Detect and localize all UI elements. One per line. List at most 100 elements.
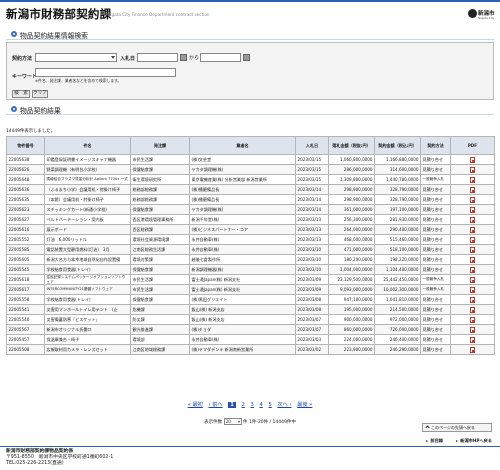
pdf-icon[interactable] — [470, 297, 475, 303]
cell-pdf — [450, 254, 495, 265]
cell-title[interactable]: 災害備蓄防寒「ビスケット」 — [44, 314, 131, 325]
first-page-link[interactable]: « 最初 — [188, 402, 203, 408]
pdf-icon[interactable] — [470, 197, 475, 203]
cell-title[interactable]: 展示ボード — [44, 224, 131, 235]
pdf-icon[interactable] — [470, 347, 475, 353]
cell-title[interactable]: 印鑑登録証明書イメージスキャナ機器 — [44, 154, 131, 165]
pdf-icon[interactable] — [470, 287, 475, 293]
cell-title[interactable]: 誘導結合プラズマ質量分析計 Agilent 7700x 一式 — [44, 174, 131, 185]
table-row[interactable]: 22005508 広報取材用カメラ・レンズセット 江南区地域総務課 (株)ヤマダデンキ… — [6, 344, 495, 355]
column-header[interactable]: 落札金額（税抜:円） — [328, 136, 375, 155]
table-row[interactable]: 22005617 INTERCOMMUNITY21基盤ソフトウェア 市民生活課 富士通… — [6, 284, 495, 295]
table-row[interactable]: 22005558 学校給食用食器(トレイ) 保健給食課 (株)黒田グリエイト 2023/… — [6, 294, 495, 305]
table-row[interactable]: 22005541 災害用マンホールトイレ用テント (止 危機課 飯山(株) 新潟支店 2… — [6, 304, 495, 315]
site-subtitle: Niigata City Finance Department contract… — [106, 12, 210, 17]
date-to-input[interactable] — [200, 53, 241, 62]
page-link[interactable]: 4 — [259, 402, 262, 408]
pdf-icon[interactable] — [470, 177, 475, 183]
clear-button[interactable]: クリア — [32, 90, 48, 98]
table-row[interactable]: 22005618 住民記録システムパッケージオプションソフトウェア 市民生活課 富士通… — [6, 274, 495, 285]
pdf-icon[interactable] — [470, 337, 475, 343]
pdf-icon[interactable] — [470, 257, 475, 263]
city-logo[interactable]: 新潟市 Niigata City — [468, 6, 495, 24]
page-link[interactable]: 3 — [251, 402, 254, 408]
cell-pdf — [450, 344, 495, 355]
cell-title[interactable]: 新潟市オリジナル折畳口 — [44, 324, 131, 335]
cell-id: 22005585 — [6, 244, 45, 255]
table-row[interactable]: 22005636 （ふるまち小学）会議用机・肘掛け椅子 総務部総務課 (株)播磨備品長… — [6, 184, 495, 195]
table-row[interactable]: 22005567 新潟市オリジナル折畳口 観光推進課 (株)チョダ 2023/03/07… — [6, 324, 495, 335]
page-link[interactable]: 5 — [268, 402, 271, 408]
cell-method: 見積り合せ — [420, 244, 451, 255]
calendar-icon[interactable] — [243, 54, 250, 61]
table-row[interactable]: 22005626 野菜調理機（有明台小学校） 保健給食課 ヤカタ調理機(株) 2023/… — [6, 164, 495, 175]
footer-link-prev[interactable]: 前目録 — [426, 438, 443, 443]
cell-title[interactable]: 保温庫兼台・椅子 — [44, 334, 131, 345]
pdf-icon[interactable] — [470, 317, 475, 323]
cell-title[interactable]: 災害用マンホールトイレ用テント (止 — [44, 304, 131, 315]
table-row[interactable]: 22005545 学校給食用食器(トレイ) 保健給食課 新潟調理機器(株) 2023/0… — [6, 264, 495, 275]
pdf-icon[interactable] — [470, 157, 475, 163]
cell-title[interactable]: 野菜調理機（有明台小学校） — [44, 164, 131, 175]
table-row[interactable]: 22005457 保温庫兼台・椅子 環境部 永井自動車(株) 2023/03/03 224… — [6, 334, 495, 345]
pdf-icon[interactable] — [470, 187, 475, 193]
column-header[interactable]: 契約金額（税込:円） — [374, 136, 421, 155]
pdf-icon[interactable] — [470, 217, 475, 223]
footer-link-prev-label: 前目録 — [430, 438, 443, 443]
calendar-icon[interactable] — [180, 54, 187, 61]
cell-method: 見積り合せ — [420, 304, 451, 315]
cell-title[interactable]: スチッキングカート(新通小学校) — [44, 204, 131, 215]
footer-link-home[interactable]: 新潟市HPへ戻る — [456, 438, 492, 443]
pdf-icon[interactable] — [470, 247, 475, 253]
table-row[interactable]: 22005616 展示ボード 西区総務課 (株)ビジネスパートナー・コア 2023/03… — [6, 224, 495, 235]
table-row[interactable]: 22005623 スチッキングカート(新通小学校) 保健給食課 ヤカタ調理機(株) 20… — [6, 204, 495, 215]
method-select[interactable] — [35, 53, 117, 62]
cell-id: 22005540 — [6, 314, 45, 325]
cell-title[interactable]: （本館）会議用机・肘掛け椅子 — [44, 194, 131, 205]
table-row[interactable]: 22005635 （本館）会議用机・肘掛け椅子 総務部総務課 (株)播磨備品長 2023… — [6, 194, 495, 205]
search-button[interactable]: 検 索 — [12, 90, 30, 98]
cell-title[interactable]: 新潟大名方与本幸地域自然化自作設置備 — [44, 254, 131, 265]
table-row[interactable]: 22005585 電話装置大型静用燃料(灯油) 3月 江南区総務生活課 永井自動車(株… — [6, 244, 495, 255]
column-header[interactable]: 発注課 — [130, 136, 190, 155]
cell-title[interactable]: （ふるまち小学）会議用机・肘掛け椅子 — [44, 184, 131, 195]
cell-title[interactable]: 電話装置大型静用燃料(灯油) 3月 — [44, 244, 131, 255]
cell-title[interactable]: 学校給食用食器(トレイ) — [44, 264, 131, 275]
pdf-icon[interactable] — [470, 207, 475, 213]
per-page-select[interactable]: 20 — [223, 418, 242, 425]
pdf-icon[interactable] — [470, 267, 475, 273]
back-to-top-button[interactable]: このページの先頭へ戻る — [422, 423, 492, 432]
cell-title[interactable]: 広報取材用カメラ・レンズセット — [44, 344, 131, 355]
column-header[interactable]: 契約方法 — [420, 136, 451, 155]
cell-title[interactable]: 住民記録システムパッケージオプションソフトウェア — [44, 274, 131, 285]
pdf-icon[interactable] — [470, 227, 475, 233]
cell-method: 見積り合せ — [420, 294, 451, 305]
pdf-icon[interactable] — [470, 327, 475, 333]
table-row[interactable]: 22005627 ベルトバーテーション・案内板 西区港環境管理事務所 新潟千年堂(株)… — [6, 214, 495, 225]
table-row[interactable]: 22005638 印鑑登録証明書イメージスキャナ機器 市民生活課 (株)文芸堂 2023… — [6, 154, 495, 165]
cell-title[interactable]: ベルトバーテーション・案内板 — [44, 214, 131, 225]
page-link[interactable]: 2 — [242, 402, 245, 408]
pdf-icon[interactable] — [470, 167, 475, 173]
pdf-icon[interactable] — [470, 237, 475, 243]
table-row[interactable]: 22005605 新潟大名方与本幸地域自然化自作設置備 環境対策課 越後七倉製作所 20… — [6, 254, 495, 265]
column-header[interactable]: 物件番号 — [6, 136, 45, 155]
cell-vendor: (株)チョダ — [189, 324, 296, 335]
table-row[interactable]: 22005648 誘導結合プラズマ質量分析計 Agilent 7700x 一式 衛生… — [6, 174, 495, 185]
pdf-icon[interactable] — [470, 277, 475, 283]
last-page-link[interactable]: 最後 » — [297, 402, 312, 408]
column-header[interactable]: 業者名 — [189, 136, 296, 155]
table-row[interactable]: 22005552 灯油 6,000リットル 環境社会資源環境課 永井自動車(株) 202… — [6, 234, 495, 245]
cell-title[interactable]: 学校給食用食器(トレイ) — [44, 294, 131, 305]
date-from-input[interactable] — [137, 53, 178, 62]
cell-title[interactable]: INTERCOMMUNITY21基盤ソフトウェア — [44, 284, 131, 295]
keyword-input[interactable] — [35, 68, 176, 77]
table-row[interactable]: 22005540 災害備蓄防寒「ビスケット」 防災課 飯山(株) 新潟支店 2023/0… — [6, 314, 495, 325]
page-link-current[interactable]: 1 — [228, 402, 236, 408]
prev-page-link[interactable]: ‹ 前へ — [208, 402, 222, 408]
column-header[interactable]: 入札日 — [295, 136, 329, 155]
next-page-link[interactable]: 次へ › — [277, 402, 291, 408]
pdf-icon[interactable] — [470, 307, 475, 313]
cell-title[interactable]: 灯油 6,000リットル — [44, 234, 131, 245]
column-header[interactable]: 件名 — [44, 136, 131, 155]
